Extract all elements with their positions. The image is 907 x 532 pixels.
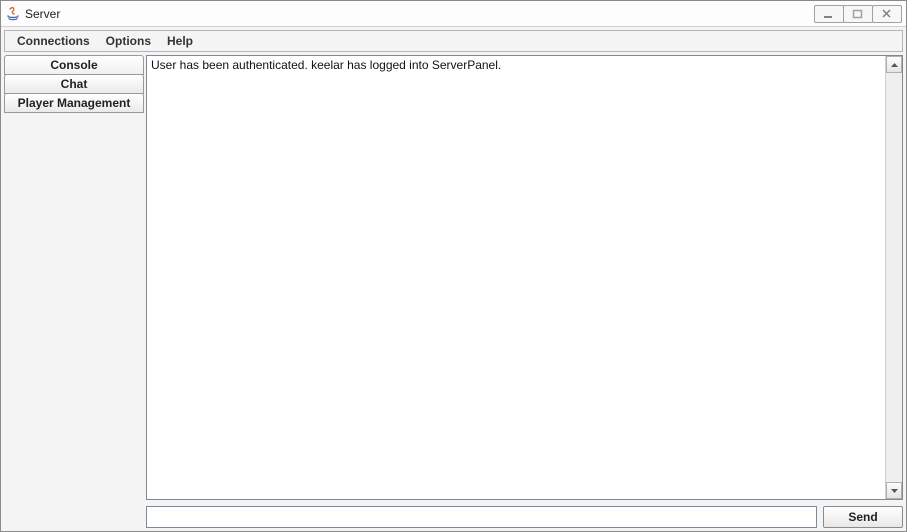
- input-row: Send: [146, 506, 903, 528]
- body: Console Chat Player Management User has …: [4, 55, 903, 528]
- scroll-down-button[interactable]: [886, 482, 902, 499]
- scrollbar[interactable]: [885, 56, 902, 499]
- minimize-button[interactable]: [814, 5, 844, 23]
- scroll-track[interactable]: [886, 73, 902, 482]
- send-button[interactable]: Send: [823, 506, 903, 528]
- menu-options[interactable]: Options: [98, 32, 159, 50]
- close-icon: [881, 9, 893, 19]
- titlebar: Server: [1, 1, 906, 27]
- chevron-down-icon: [891, 489, 898, 493]
- maximize-button[interactable]: [843, 5, 873, 23]
- scroll-up-button[interactable]: [886, 56, 902, 73]
- window-controls: [815, 5, 902, 23]
- console-output: User has been authenticated. keelar has …: [146, 55, 903, 500]
- minimize-icon: [823, 9, 835, 19]
- tab-chat[interactable]: Chat: [4, 74, 144, 94]
- message-input[interactable]: [146, 506, 817, 528]
- main-panel: User has been authenticated. keelar has …: [144, 55, 903, 528]
- menu-help[interactable]: Help: [159, 32, 201, 50]
- console-log-text: User has been authenticated. keelar has …: [147, 56, 885, 499]
- tab-player-management[interactable]: Player Management: [4, 93, 144, 113]
- tab-console[interactable]: Console: [4, 55, 144, 75]
- close-button[interactable]: [872, 5, 902, 23]
- window-title: Server: [25, 7, 815, 21]
- menu-connections[interactable]: Connections: [9, 32, 98, 50]
- maximize-icon: [852, 9, 864, 19]
- chevron-up-icon: [891, 63, 898, 67]
- java-icon: [5, 6, 21, 22]
- sidebar: Console Chat Player Management: [4, 55, 144, 528]
- window-root: Server Connections Options Help Console …: [0, 0, 907, 532]
- menubar: Connections Options Help: [4, 30, 903, 52]
